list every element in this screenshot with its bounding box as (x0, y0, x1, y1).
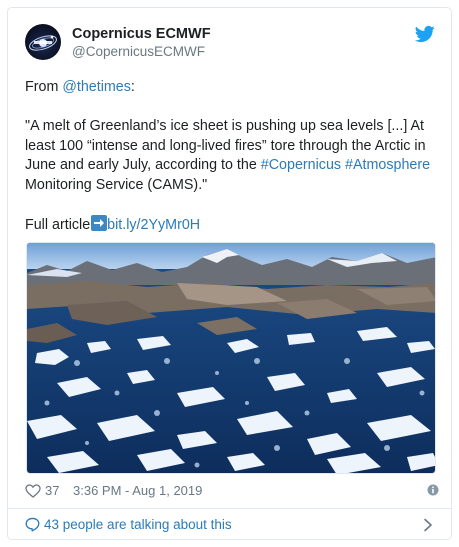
tweet-photo[interactable] (26, 242, 436, 474)
tweet-header: Copernicus ECMWF @CopernicusECMWF (25, 24, 435, 68)
full-article-line: Full article bit.ly/2YyMr0H (25, 215, 439, 236)
full-article-label: Full article (25, 217, 91, 234)
tweet-text: From @thetimes: "A melt of Greenland’s i… (25, 78, 439, 236)
divider (8, 508, 451, 509)
right-arrow-emoji-icon (91, 215, 108, 232)
article-link[interactable]: bit.ly/2YyMr0H (107, 217, 200, 233)
from-suffix: : (130, 79, 135, 95)
mention-link[interactable]: @thetimes (62, 79, 131, 95)
author-handle[interactable]: @CopernicusECMWF (72, 43, 211, 61)
info-icon[interactable] (427, 484, 439, 496)
tweet-card: Copernicus ECMWF @CopernicusECMWF From @… (7, 7, 452, 540)
greenland-icebergs-photo (27, 243, 435, 473)
tweet-meta: 37 3:36 PM - Aug 1, 2019 (25, 482, 439, 500)
like-count[interactable]: 37 (45, 483, 59, 498)
copernicus-logo-icon (29, 35, 57, 51)
conversation-link[interactable]: 43 people are talking about this (25, 514, 435, 536)
from-line: From @thetimes: (25, 78, 439, 98)
chevron-right-icon[interactable] (423, 518, 433, 532)
twitter-bird-icon[interactable] (415, 24, 435, 44)
speech-bubble-icon (25, 517, 40, 532)
author-info[interactable]: Copernicus ECMWF @CopernicusECMWF (72, 26, 211, 61)
hashtag-copernicus[interactable]: #Copernicus (261, 157, 341, 173)
hashtag-atmosphere[interactable]: #Atmosphere (345, 157, 430, 173)
author-name[interactable]: Copernicus ECMWF (72, 26, 211, 43)
heart-icon[interactable] (25, 483, 41, 499)
quote-text-end: Monitoring Service (CAMS)." (25, 176, 208, 193)
from-prefix: From (25, 79, 63, 95)
talking-count-text[interactable]: 43 people are talking about this (44, 517, 232, 532)
avatar[interactable] (25, 24, 61, 60)
tweet-timestamp[interactable]: 3:36 PM - Aug 1, 2019 (73, 483, 202, 498)
quote-paragraph: "A melt of Greenland’s ice sheet is push… (25, 117, 439, 195)
